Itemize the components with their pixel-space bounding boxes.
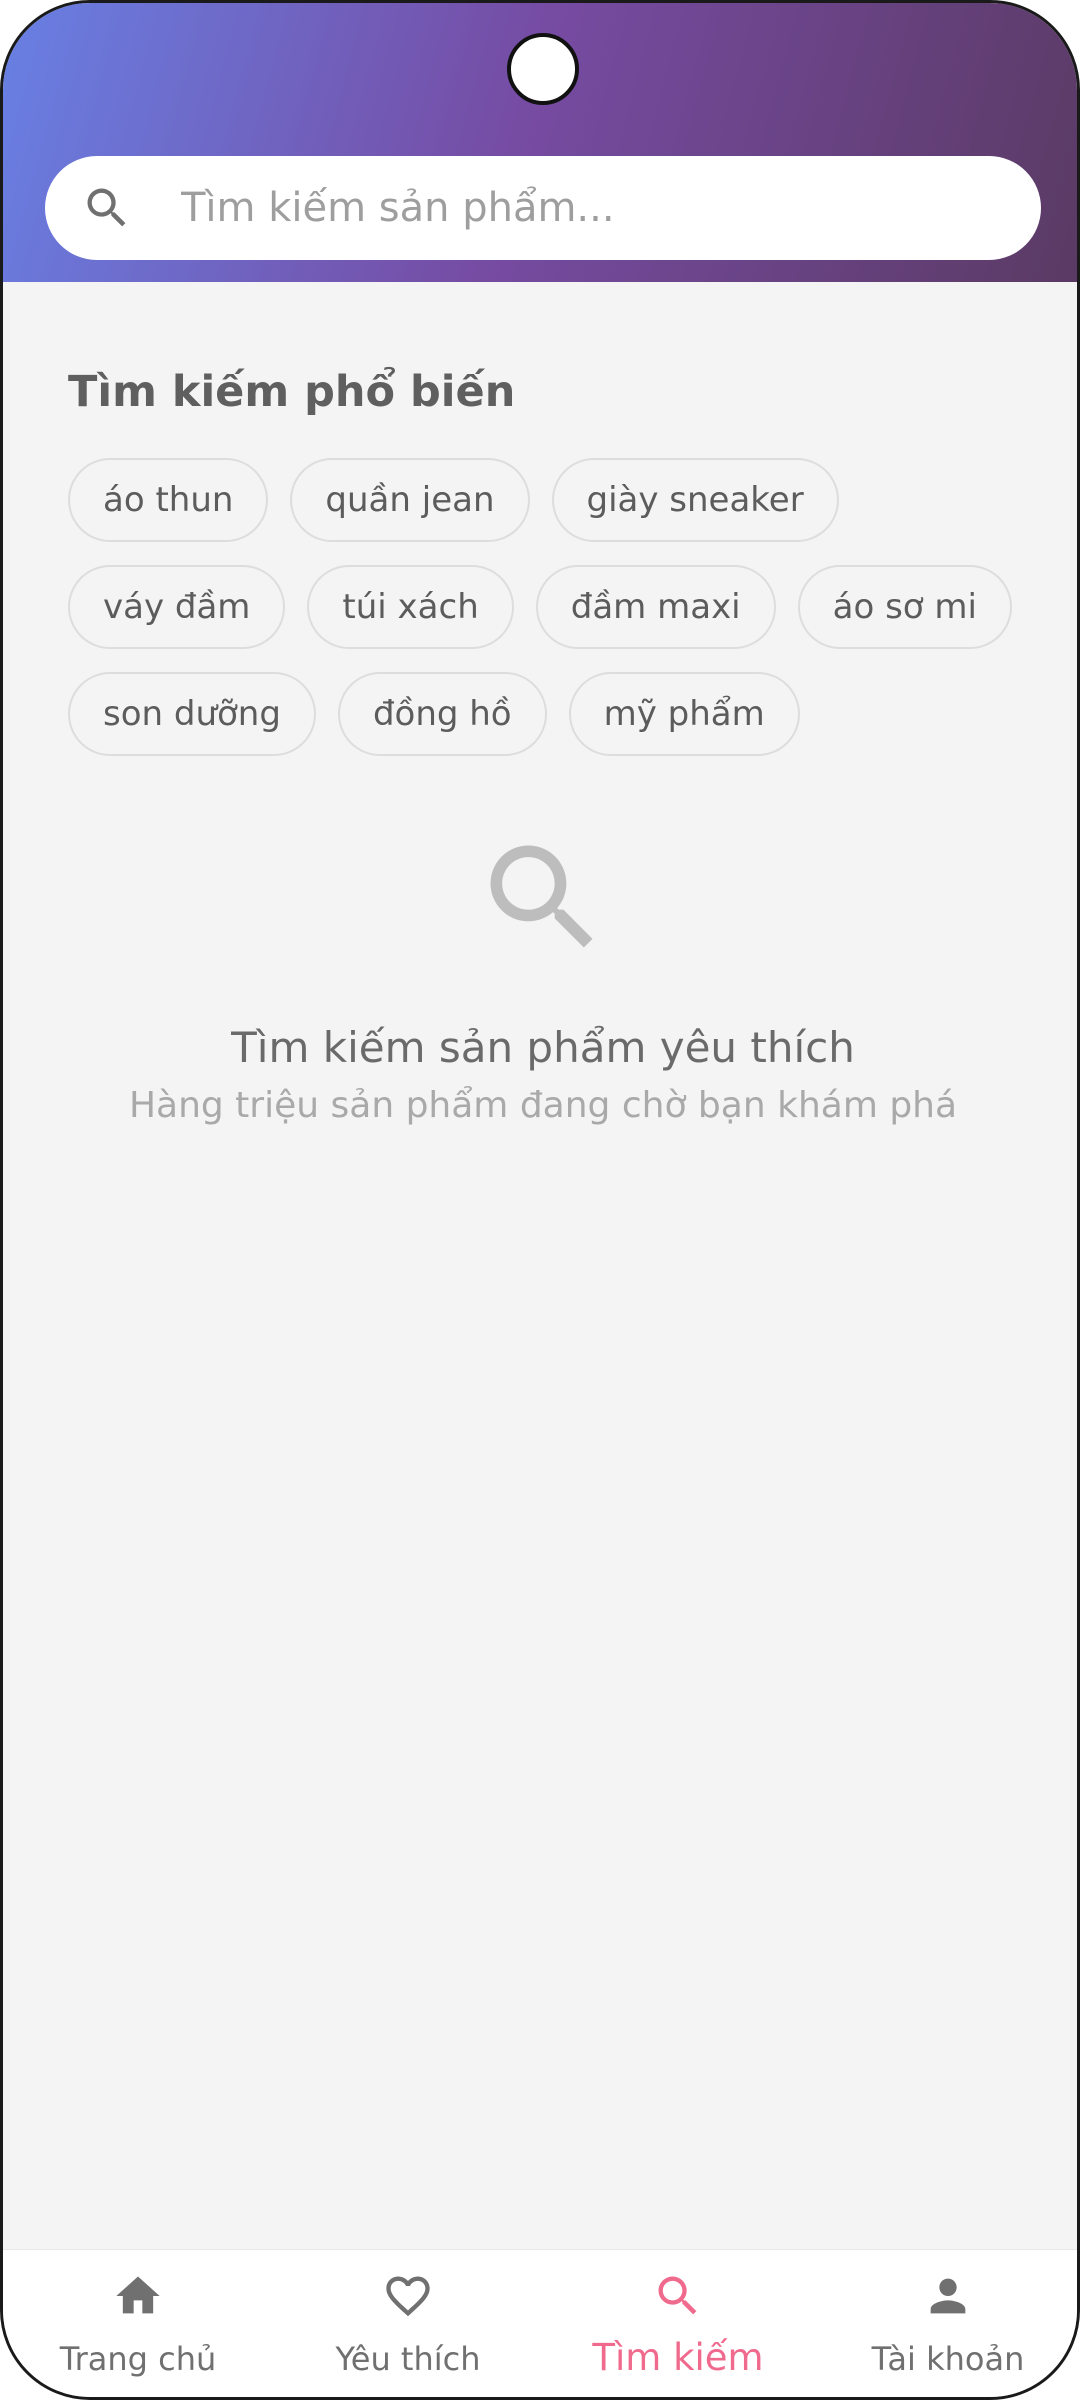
search-chip[interactable]: giày sneaker (551, 458, 839, 542)
search-chip[interactable]: áo sơ mi (797, 565, 1012, 649)
popular-chips-row-1: áo thun quần jean giày sneaker (68, 458, 839, 542)
popular-searches-title: Tìm kiếm phổ biến (68, 367, 516, 417)
bottom-navigation: Trang chủ Yêu thích Tìm kiếm Tài khoản (3, 2249, 1077, 2397)
nav-item-search[interactable]: Tìm kiếm (543, 2250, 813, 2397)
header (3, 3, 1077, 282)
nav-item-account[interactable]: Tài khoản (813, 2250, 1077, 2397)
search-icon (490, 845, 593, 948)
phone-screen: Tìm kiếm phổ biến áo thun quần jean giày… (0, 0, 1080, 2400)
empty-state-subtitle: Hàng triệu sản phẩm đang chờ bạn khám ph… (128, 1085, 958, 1126)
home-icon (116, 2276, 160, 2314)
search-input[interactable] (181, 156, 1001, 260)
nav-label-account: Tài khoản (871, 2340, 1025, 2378)
nav-label-search: Tìm kiếm (592, 2336, 764, 2379)
search-chip[interactable]: áo thun (68, 458, 269, 542)
search-chip[interactable]: đồng hồ (337, 672, 547, 756)
nav-item-home[interactable]: Trang chủ (3, 2250, 273, 2397)
empty-state-title: Tìm kiếm sản phẩm yêu thích (231, 1023, 855, 1072)
search-chip[interactable]: mỹ phẩm (568, 672, 800, 756)
search-chip[interactable]: đầm maxi (535, 565, 776, 649)
search-chip[interactable]: quần jean (290, 458, 530, 542)
camera-cutout (507, 33, 579, 105)
heart-icon (386, 2276, 430, 2317)
search-icon (87, 188, 126, 227)
nav-label-home: Trang chủ (59, 2340, 217, 2378)
person-icon (930, 2278, 966, 2314)
search-icon (658, 2276, 697, 2315)
nav-item-favorites[interactable]: Yêu thích (273, 2250, 543, 2397)
search-chip[interactable]: son dưỡng (68, 672, 316, 756)
popular-chips-row-3: son dưỡng đồng hồ mỹ phẩm (68, 672, 800, 756)
search-chip[interactable]: túi xách (307, 565, 514, 649)
search-chip[interactable]: váy đầm (68, 565, 286, 649)
popular-chips-row-2: váy đầm túi xách đầm maxi áo sơ mi (68, 565, 1012, 649)
nav-label-favorites: Yêu thích (335, 2340, 481, 2378)
search-bar[interactable] (45, 156, 1041, 260)
